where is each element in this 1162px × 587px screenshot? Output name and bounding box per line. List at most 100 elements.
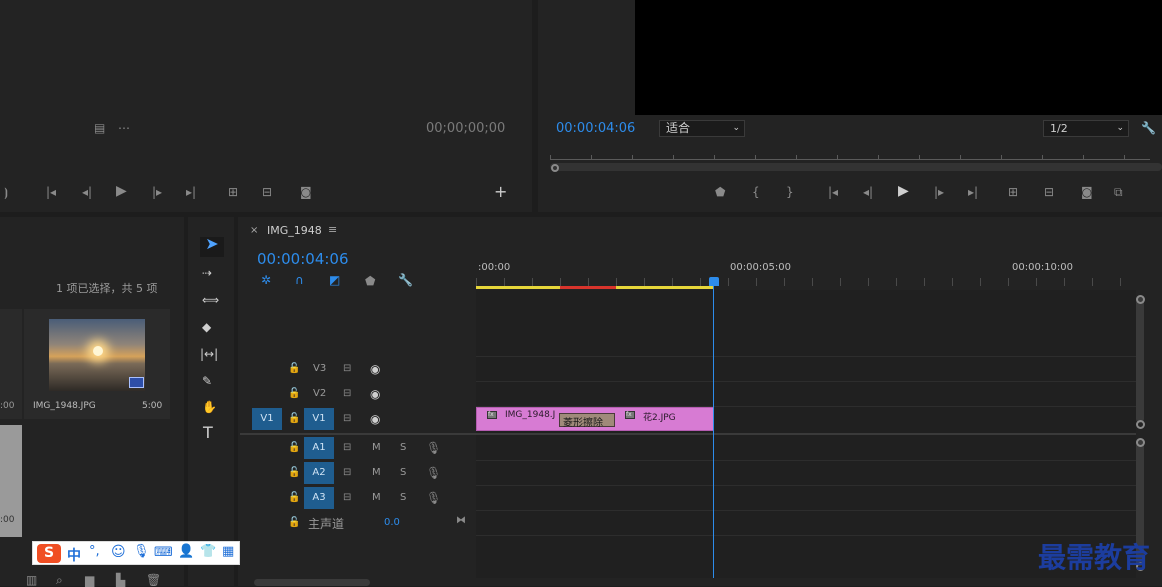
- sync-lock-icon[interactable]: ⊟: [343, 362, 351, 376]
- lift-icon[interactable]: ⊞: [1008, 185, 1018, 199]
- source-patch-v1[interactable]: V1: [252, 408, 282, 430]
- add-marker-icon[interactable]: ⬟: [365, 274, 375, 288]
- program-timecode[interactable]: 00:00:04:06: [556, 121, 635, 136]
- time-ruler[interactable]: [476, 278, 1136, 286]
- snap-magnet-icon[interactable]: ∩: [295, 273, 304, 287]
- resolution-dropdown[interactable]: 1/2 ⌄: [1043, 120, 1129, 137]
- comparison-view-icon[interactable]: ⧉: [1114, 185, 1123, 199]
- step-back-icon[interactable]: ◂|: [863, 185, 873, 199]
- lock-icon[interactable]: 🔓: [288, 516, 300, 530]
- search-icon[interactable]: ⌕: [56, 573, 63, 587]
- slip-tool-icon[interactable]: |↔|: [200, 347, 218, 361]
- microphone-icon[interactable]: 🎙: [426, 466, 441, 480]
- folder-icon[interactable]: ▆: [85, 573, 94, 587]
- mark-in-icon[interactable]: {: [752, 185, 760, 199]
- scroll-handle-bottom[interactable]: [1136, 420, 1145, 429]
- solo-button[interactable]: S: [400, 442, 406, 453]
- mark-out-icon[interactable]: }: [786, 185, 794, 199]
- ime-mode[interactable]: 中: [67, 545, 81, 565]
- transition-block[interactable]: 菱形擦除: [559, 413, 615, 429]
- panel-menu-icon[interactable]: ≡: [328, 223, 337, 236]
- eye-icon[interactable]: ◉: [370, 387, 380, 401]
- mute-button[interactable]: M: [372, 467, 381, 478]
- selection-tool-icon[interactable]: ➤: [200, 236, 224, 257]
- sync-lock-icon[interactable]: ⊟: [343, 412, 351, 426]
- keyboard-icon[interactable]: ⌨: [154, 545, 173, 560]
- track-target-a1[interactable]: A1: [304, 437, 334, 459]
- extract-icon[interactable]: ⊟: [1044, 185, 1054, 199]
- camera-icon[interactable]: ◙: [300, 185, 312, 199]
- close-tab-icon[interactable]: ×: [250, 225, 258, 236]
- overwrite-icon[interactable]: ⊟: [262, 185, 272, 199]
- mute-button[interactable]: M: [372, 442, 381, 453]
- go-to-out-icon[interactable]: ▸|: [968, 185, 978, 199]
- pen-tool-icon[interactable]: ✎: [202, 374, 212, 388]
- clip-item[interactable]: IMG_1948.JPG 5:00: [24, 309, 170, 419]
- punctuation-icon[interactable]: °,: [89, 544, 100, 559]
- vertical-scrollbar[interactable]: [1136, 295, 1144, 423]
- scroll-handle-top[interactable]: [1136, 438, 1145, 447]
- lock-icon[interactable]: 🔓: [288, 412, 300, 426]
- insert-icon[interactable]: ⊞: [228, 185, 238, 199]
- sync-lock-icon[interactable]: ⊟: [343, 491, 351, 505]
- step-forward-icon[interactable]: |▸: [152, 185, 162, 199]
- track-target-v1[interactable]: V1: [304, 408, 334, 430]
- scroll-handle-top[interactable]: [1136, 295, 1145, 304]
- sync-lock-icon[interactable]: ⊟: [343, 387, 351, 401]
- scroll-handle-left[interactable]: [551, 164, 559, 172]
- wrench-icon[interactable]: 🔧: [1141, 121, 1156, 135]
- user-icon[interactable]: 👤: [178, 544, 194, 559]
- lock-icon[interactable]: 🔓: [288, 466, 300, 480]
- track-target-a2[interactable]: A2: [304, 462, 334, 484]
- lock-icon[interactable]: 🔓: [288, 441, 300, 455]
- razor-tool-icon[interactable]: ◆: [202, 320, 211, 334]
- timeline-timecode[interactable]: 00:00:04:06: [257, 250, 349, 268]
- toolbox-icon[interactable]: ▦: [222, 544, 234, 559]
- list-view-icon[interactable]: ▥: [26, 573, 37, 587]
- ripple-edit-tool-icon[interactable]: ⟺: [202, 293, 219, 307]
- playhead-handle[interactable]: [709, 277, 719, 286]
- fit-dropdown[interactable]: 适合 ⌄: [659, 120, 745, 137]
- timeline-settings-icon[interactable]: 🔧: [398, 273, 413, 287]
- timeline-clip[interactable]: fx IMG_1948.J fx 花2.JPG 菱形擦除: [476, 407, 714, 431]
- trash-icon[interactable]: 🗑: [146, 573, 161, 587]
- microphone-icon[interactable]: 🎙: [426, 441, 441, 455]
- skin-icon[interactable]: 👕: [200, 544, 216, 559]
- play-icon[interactable]: ▶: [116, 184, 127, 198]
- emoji-icon[interactable]: ☺: [111, 544, 126, 560]
- go-to-in-icon[interactable]: |◂: [828, 185, 838, 199]
- step-forward-icon[interactable]: |▸: [934, 185, 944, 199]
- sequence-tab-name[interactable]: IMG_1948: [267, 224, 322, 237]
- solo-button[interactable]: S: [400, 467, 406, 478]
- play-icon[interactable]: ▶: [898, 184, 909, 198]
- add-button-icon[interactable]: +: [494, 184, 507, 200]
- add-marker-icon[interactable]: ⬟: [715, 185, 725, 199]
- lock-icon[interactable]: 🔓: [288, 491, 300, 505]
- eye-icon[interactable]: ◉: [370, 412, 380, 426]
- go-to-in-icon[interactable]: |◂: [46, 185, 56, 199]
- linked-selection-icon[interactable]: ◩: [329, 273, 340, 287]
- camera-icon[interactable]: ◙: [1081, 185, 1093, 199]
- snap-nested-icon[interactable]: ✲: [261, 273, 271, 287]
- microphone-icon[interactable]: 🎙: [426, 491, 441, 505]
- new-item-icon[interactable]: ▙: [116, 573, 125, 587]
- lock-icon[interactable]: 🔓: [288, 362, 300, 376]
- mute-button[interactable]: M: [372, 492, 381, 503]
- hand-tool-icon[interactable]: ✋: [202, 400, 217, 414]
- lock-icon[interactable]: 🔓: [288, 387, 300, 401]
- go-to-out-icon[interactable]: ▸|: [186, 185, 196, 199]
- program-ruler[interactable]: [550, 150, 1150, 160]
- type-tool-icon[interactable]: T: [203, 425, 213, 441]
- bowtie-icon[interactable]: ⧓: [456, 514, 466, 528]
- eye-icon[interactable]: ◉: [370, 362, 380, 376]
- mark-in-icon[interactable]: ⦘: [4, 185, 8, 199]
- track-target-a3[interactable]: A3: [304, 487, 334, 509]
- sync-lock-icon[interactable]: ⊟: [343, 466, 351, 480]
- voice-icon[interactable]: 🎙: [133, 544, 150, 559]
- track-select-tool-icon[interactable]: ⇢: [202, 266, 212, 280]
- solo-button[interactable]: S: [400, 492, 406, 503]
- program-scrollbar[interactable]: [550, 163, 1162, 171]
- step-back-icon[interactable]: ◂|: [82, 185, 92, 199]
- sync-lock-icon[interactable]: ⊟: [343, 441, 351, 455]
- horizontal-scrollbar[interactable]: [254, 579, 370, 586]
